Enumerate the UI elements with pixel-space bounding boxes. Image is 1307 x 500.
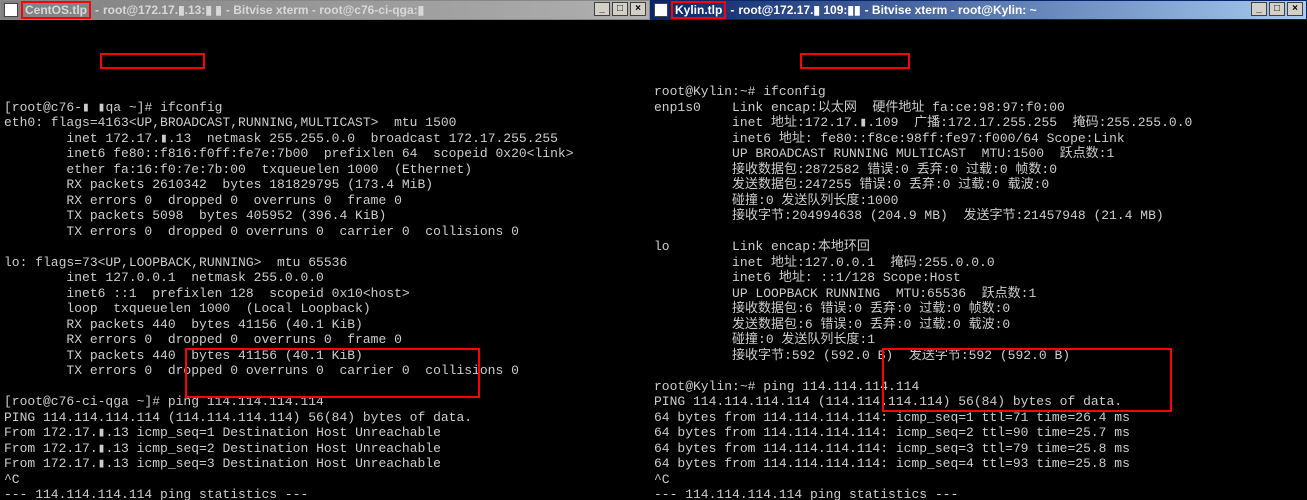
terminal-line: lo: flags=73<UP,LOOPBACK,RUNNING> mtu 65…	[4, 255, 646, 271]
terminal-line: 发送数据包:6 错误:0 丢弃:0 过载:0 载波:0	[654, 317, 1303, 333]
terminal-line: ^C	[4, 472, 646, 488]
right-title-text: Kylin.tlp - root@172.17.▮ 109:▮▮ - Bitvi…	[671, 1, 1037, 19]
terminal-line	[4, 379, 646, 395]
terminal-line: From 172.17.▮.13 icmp_seq=2 Destination …	[4, 441, 646, 457]
terminal-line: 接收数据包:2872582 错误:0 丢弃:0 过载:0 帧数:0	[654, 162, 1303, 178]
window-controls: _ □ ×	[594, 2, 646, 16]
terminal-line: loop txqueuelen 1000 (Local Loopback)	[4, 301, 646, 317]
window-pair: CentOS.tlp - root@172.17.▮.13:▮ ▮ - Bitv…	[0, 0, 1307, 500]
terminal-line: [root@c76-▮ ▮qa ~]# ifconfig	[4, 100, 646, 116]
terminal-line: --- 114.114.114.114 ping statistics ---	[4, 487, 646, 500]
terminal-line: TX packets 440 bytes 41156 (40.1 KiB)	[4, 348, 646, 364]
terminal-line: From 172.17.▮.13 icmp_seq=3 Destination …	[4, 456, 646, 472]
terminal-line: RX packets 2610342 bytes 181829795 (173.…	[4, 177, 646, 193]
right-title-rest: - Bitvise xterm - root@Kylin: ~	[865, 3, 1037, 17]
right-ip-highlight	[800, 53, 910, 69]
terminal-line: UP BROADCAST RUNNING MULTICAST MTU:1500 …	[654, 146, 1303, 162]
terminal-line: eth0: flags=4163<UP,BROADCAST,RUNNING,MU…	[4, 115, 646, 131]
terminal-line	[654, 363, 1303, 379]
terminal-line: ^C	[654, 472, 1303, 488]
terminal-line: inet 地址:127.0.0.1 掩码:255.0.0.0	[654, 255, 1303, 271]
terminal-line: enp1s0 Link encap:以太网 硬件地址 fa:ce:98:97:f…	[654, 100, 1303, 116]
terminal-line: RX errors 0 dropped 0 overruns 0 frame 0	[4, 193, 646, 209]
terminal-line: inet6 fe80::f816:f0ff:fe7e:7b00 prefixle…	[4, 146, 646, 162]
terminal-line: RX packets 440 bytes 41156 (40.1 KiB)	[4, 317, 646, 333]
terminal-line: inet 172.17.▮.13 netmask 255.255.0.0 bro…	[4, 131, 646, 147]
window-icon	[4, 3, 18, 17]
terminal-line: 64 bytes from 114.114.114.114: icmp_seq=…	[654, 425, 1303, 441]
terminal-line: inet6 ::1 prefixlen 128 scopeid 0x10<hos…	[4, 286, 646, 302]
maximize-button[interactable]: □	[1269, 2, 1285, 16]
terminal-line: lo Link encap:本地环回	[654, 239, 1303, 255]
left-title-file: CentOS.tlp	[21, 1, 91, 19]
terminal-line: 64 bytes from 114.114.114.114: icmp_seq=…	[654, 441, 1303, 457]
terminal-line: PING 114.114.114.114 (114.114.114.114) 5…	[654, 394, 1303, 410]
minimize-button[interactable]: _	[594, 2, 610, 16]
terminal-line: TX errors 0 dropped 0 overruns 0 carrier…	[4, 224, 646, 240]
terminal-line: root@Kylin:~# ifconfig	[654, 84, 1303, 100]
minimize-button[interactable]: _	[1251, 2, 1267, 16]
terminal-line: [root@c76-ci-qga ~]# ping 114.114.114.11…	[4, 394, 646, 410]
terminal-line: inet6 地址: ::1/128 Scope:Host	[654, 270, 1303, 286]
terminal-line: PING 114.114.114.114 (114.114.114.114) 5…	[4, 410, 646, 426]
terminal-line: 接收字节:204994638 (204.9 MB) 发送字节:21457948 …	[654, 208, 1303, 224]
left-title-text: CentOS.tlp - root@172.17.▮.13:▮ ▮ - Bitv…	[21, 1, 424, 19]
left-titlebar[interactable]: CentOS.tlp - root@172.17.▮.13:▮ ▮ - Bitv…	[0, 0, 650, 20]
left-title-rest: - Bitvise xterm - root@c76-ci-qga:▮	[226, 3, 424, 17]
terminal-line: ether fa:16:f0:7e:7b:00 txqueuelen 1000 …	[4, 162, 646, 178]
left-title-conn: root@172.17.▮.13:▮ ▮	[103, 3, 222, 17]
terminal-line: root@Kylin:~# ping 114.114.114.114	[654, 379, 1303, 395]
window-icon	[654, 3, 668, 17]
right-terminal-window: Kylin.tlp - root@172.17.▮ 109:▮▮ - Bitvi…	[650, 0, 1307, 500]
right-terminal-body[interactable]: root@Kylin:~# ifconfigenp1s0 Link encap:…	[650, 20, 1307, 500]
maximize-button[interactable]: □	[612, 2, 628, 16]
left-terminal-window: CentOS.tlp - root@172.17.▮.13:▮ ▮ - Bitv…	[0, 0, 650, 500]
terminal-line: 发送数据包:247255 错误:0 丢弃:0 过载:0 载波:0	[654, 177, 1303, 193]
terminal-line: --- 114.114.114.114 ping statistics ---	[654, 487, 1303, 500]
window-controls: _ □ ×	[1251, 2, 1303, 16]
terminal-line: inet 地址:172.17.▮.109 广播:172.17.255.255 掩…	[654, 115, 1303, 131]
terminal-line: 接收字节:592 (592.0 B) 发送字节:592 (592.0 B)	[654, 348, 1303, 364]
terminal-line: inet 127.0.0.1 netmask 255.0.0.0	[4, 270, 646, 286]
terminal-line	[4, 239, 646, 255]
right-titlebar[interactable]: Kylin.tlp - root@172.17.▮ 109:▮▮ - Bitvi…	[650, 0, 1307, 20]
left-terminal-body[interactable]: [root@c76-▮ ▮qa ~]# ifconfigeth0: flags=…	[0, 20, 650, 500]
terminal-line: From 172.17.▮.13 icmp_seq=1 Destination …	[4, 425, 646, 441]
terminal-line: UP LOOPBACK RUNNING MTU:65536 跃点数:1	[654, 286, 1303, 302]
terminal-line: 接收数据包:6 错误:0 丢弃:0 过载:0 帧数:0	[654, 301, 1303, 317]
terminal-line: TX packets 5098 bytes 405952 (396.4 KiB)	[4, 208, 646, 224]
close-button[interactable]: ×	[1287, 2, 1303, 16]
close-button[interactable]: ×	[630, 2, 646, 16]
terminal-line: inet6 地址: fe80::f8ce:98ff:fe97:f000/64 S…	[654, 131, 1303, 147]
terminal-line: RX errors 0 dropped 0 overruns 0 frame 0	[4, 332, 646, 348]
right-title-file: Kylin.tlp	[671, 1, 726, 19]
terminal-line: 碰撞:0 发送队列长度:1	[654, 332, 1303, 348]
terminal-line: TX errors 0 dropped 0 overruns 0 carrier…	[4, 363, 646, 379]
terminal-line: 64 bytes from 114.114.114.114: icmp_seq=…	[654, 456, 1303, 472]
separator-dash: -	[730, 3, 734, 17]
separator-dash: -	[95, 3, 99, 17]
terminal-line: 碰撞:0 发送队列长度:1000	[654, 193, 1303, 209]
right-title-conn: root@172.17.▮ 109:▮▮	[738, 3, 860, 17]
terminal-line	[654, 224, 1303, 240]
left-ip-highlight	[100, 53, 205, 69]
terminal-line: 64 bytes from 114.114.114.114: icmp_seq=…	[654, 410, 1303, 426]
